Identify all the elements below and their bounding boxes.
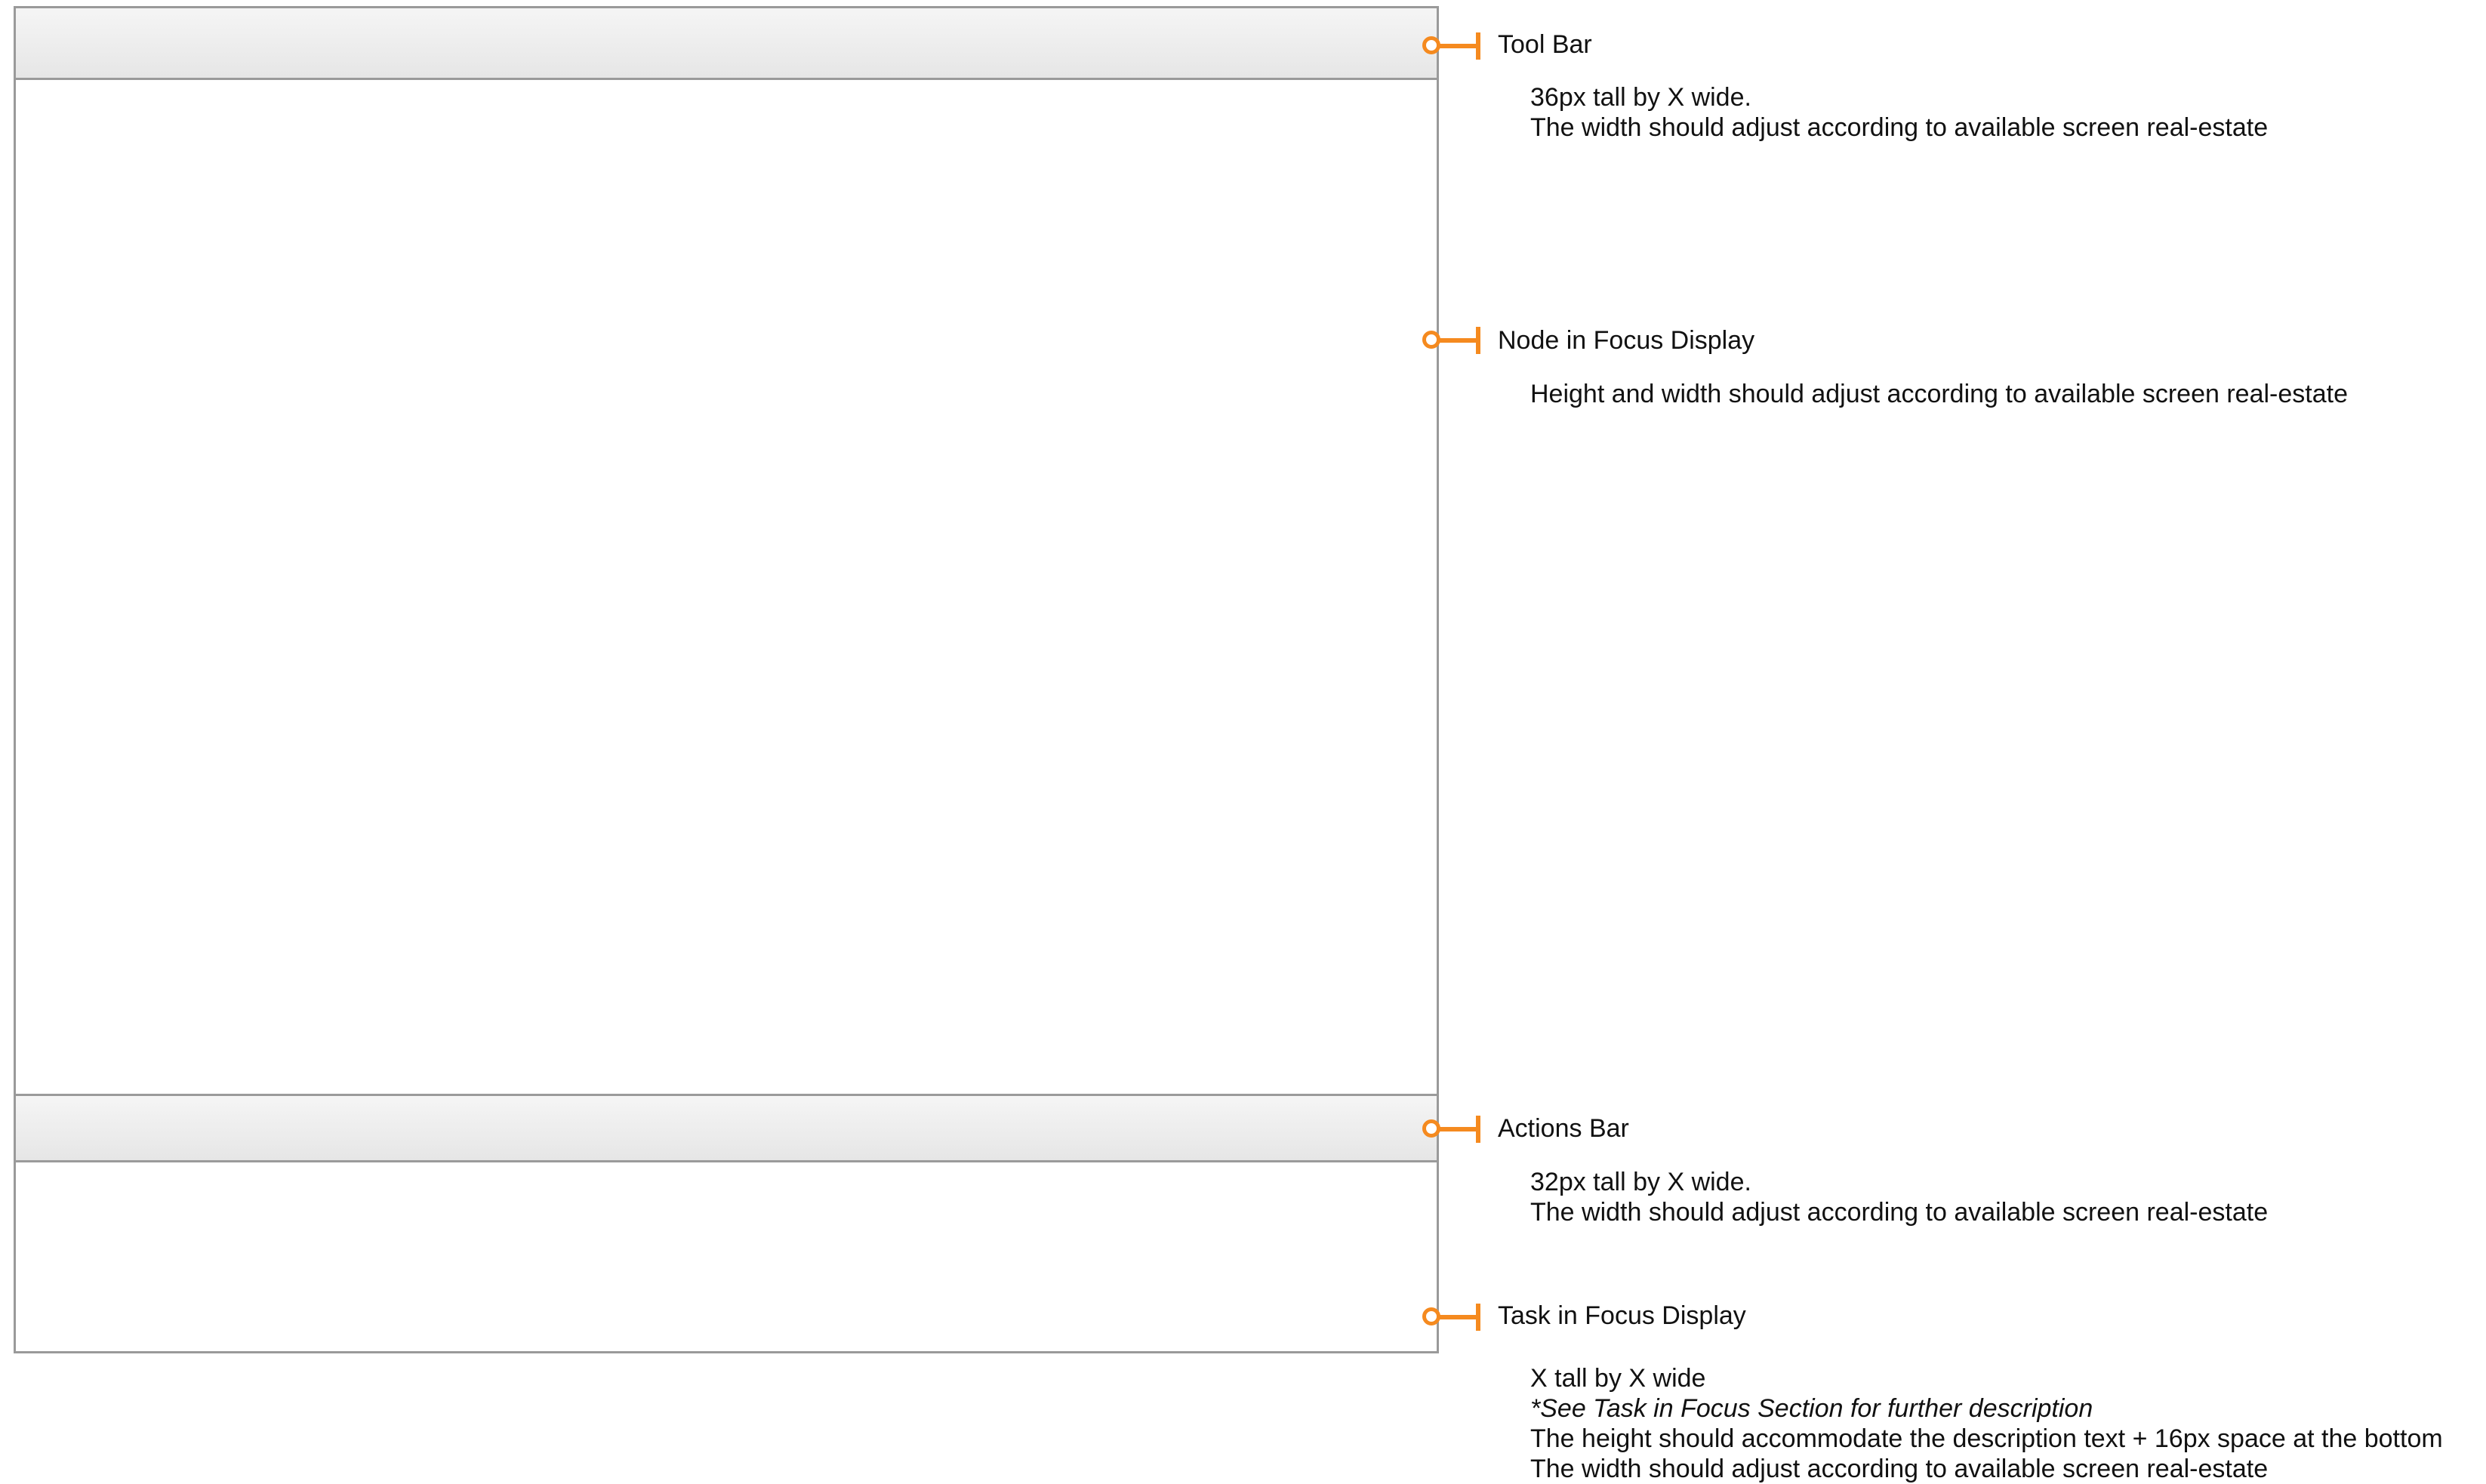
description-line: The width should adjust according to ava… xyxy=(1530,113,2269,142)
callout-description: 32px tall by X wide. The width should ad… xyxy=(1530,1167,2268,1227)
description-line: The height should accommodate the descri… xyxy=(1530,1424,2443,1453)
callout-title: Tool Bar xyxy=(1498,30,1592,59)
callout-description: 36px tall by X wide. The width should ad… xyxy=(1530,82,2268,143)
callout-anchor-dot xyxy=(1422,331,1440,349)
callout-anchor-dot xyxy=(1422,36,1440,54)
callout-title: Node in Focus Display xyxy=(1498,326,1755,355)
callout-anchor-dot xyxy=(1422,1119,1440,1138)
description-line: X tall by X wide xyxy=(1530,1364,1706,1393)
callout-description: Height and width should adjust according… xyxy=(1530,379,2348,409)
callout-anchor-dot xyxy=(1422,1307,1440,1325)
callout-title: Actions Bar xyxy=(1498,1114,1629,1143)
description-line: *See Task in Focus Section for further d… xyxy=(1530,1394,2093,1423)
description-line: 32px tall by X wide. xyxy=(1530,1168,1751,1196)
description-line: The width should adjust according to ava… xyxy=(1530,1198,2269,1227)
task-in-focus-display-region xyxy=(16,1162,1437,1351)
callout-description: X tall by X wide *See Task in Focus Sect… xyxy=(1530,1363,2443,1484)
description-line: Height and width should adjust according… xyxy=(1530,380,2348,408)
callout-end-tick xyxy=(1476,1116,1480,1143)
description-line: 36px tall by X wide. xyxy=(1530,83,1751,112)
description-line: The width should adjust according to ava… xyxy=(1530,1455,2269,1483)
node-in-focus-display-region xyxy=(16,80,1437,1094)
callout-end-tick xyxy=(1476,1304,1480,1331)
callout-title: Task in Focus Display xyxy=(1498,1301,1746,1330)
callout-end-tick xyxy=(1476,32,1480,60)
actions-bar-region xyxy=(14,1094,1439,1162)
callout-end-tick xyxy=(1476,327,1480,354)
tool-bar-region xyxy=(14,6,1439,80)
